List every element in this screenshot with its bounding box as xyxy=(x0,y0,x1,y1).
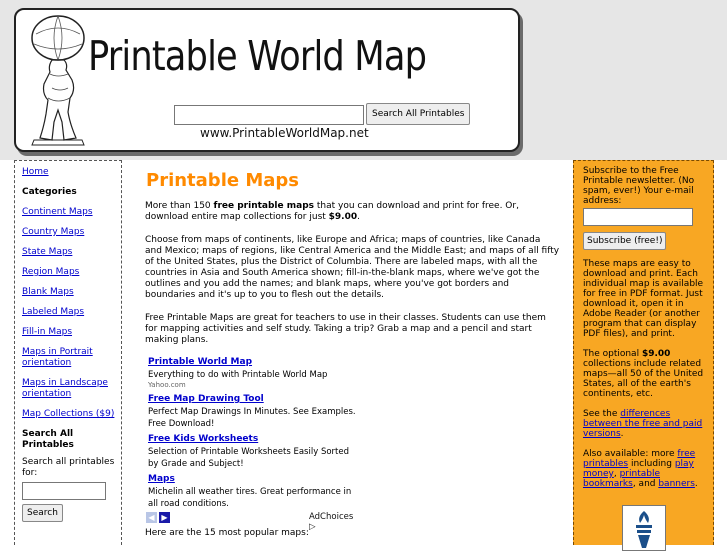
nav-fill-in-maps[interactable]: Fill-in Maps xyxy=(22,327,115,338)
also-text-4: , and xyxy=(632,479,659,489)
site-banner: Printable World Map Search All Printable… xyxy=(14,8,520,152)
also-available-paragraph: Also available: more free printables inc… xyxy=(583,449,709,489)
also-text-2: including xyxy=(628,459,675,469)
site-title: Printable World Map xyxy=(88,32,427,80)
nav-state-maps[interactable]: State Maps xyxy=(22,247,115,258)
intro-paragraph: More than 150 free printable maps that y… xyxy=(145,201,560,223)
info-paragraph: These maps are easy to download and prin… xyxy=(583,259,704,339)
header-search-input[interactable] xyxy=(174,105,364,125)
collections-price: $9.00 xyxy=(641,349,671,359)
intro-end: . xyxy=(357,212,360,222)
ad-block: Printable World Map Everything to do wit… xyxy=(145,356,360,510)
nav-continent-maps[interactable]: Continent Maps xyxy=(22,207,115,218)
email-field[interactable] xyxy=(583,208,693,226)
ad-title-link[interactable]: Free Kids Worksheets xyxy=(148,433,360,446)
site-url: www.PrintableWorldMap.net xyxy=(200,126,369,140)
ad-item: Free Map Drawing Tool Perfect Map Drawin… xyxy=(145,393,360,430)
atlas-statue-logo xyxy=(31,15,85,146)
main-content: Printable Maps More than 150 free printa… xyxy=(145,164,560,538)
ad-url: Yahoo.com xyxy=(148,381,186,389)
differences-end: . xyxy=(620,429,624,439)
search-all-printables-button[interactable]: Search All Printables xyxy=(366,103,471,125)
nav-portrait-maps[interactable]: Maps in Portrait orientation xyxy=(22,347,115,369)
right-sidebar: Subscribe to the Free Printable newslett… xyxy=(573,160,714,551)
left-sidebar: Home Categories Continent Maps Country M… xyxy=(14,160,122,545)
differences-paragraph: See the differences between the free and… xyxy=(583,409,709,439)
nav-map-collections[interactable]: Map Collections ($9) xyxy=(22,409,115,420)
sidebar-search-input[interactable] xyxy=(22,482,106,500)
adchoices-icon: ▷ xyxy=(309,522,316,532)
site-header: Printable World Map Search All Printable… xyxy=(0,0,727,160)
nav-home[interactable]: Home xyxy=(22,167,115,178)
intro-bold: free printable maps xyxy=(213,201,314,211)
bbb-torch-icon xyxy=(636,511,652,548)
ad-text: Selection of Printable Worksheets Easily… xyxy=(148,447,349,469)
popular-maps-heading: Here are the 15 most popular maps: xyxy=(145,528,309,538)
collections-text: The optional xyxy=(583,349,642,359)
collections-paragraph: The optional $9.00 collections include r… xyxy=(583,349,709,399)
nav-blank-maps[interactable]: Blank Maps xyxy=(22,287,115,298)
collections-text-2: collections include related maps—all 50 … xyxy=(583,359,704,399)
page-title: Printable Maps xyxy=(146,170,299,191)
bbb-accreditation-badge[interactable] xyxy=(622,505,666,551)
search-label: Search all printables for: xyxy=(22,457,115,478)
adchoices-label[interactable]: AdChoices ▷ xyxy=(309,512,361,532)
nav-country-maps[interactable]: Country Maps xyxy=(22,227,115,238)
differences-text: See the xyxy=(583,409,621,419)
ad-item: Printable World Map Everything to do wit… xyxy=(145,356,360,390)
ad-title-link[interactable]: Free Map Drawing Tool xyxy=(148,393,360,406)
ad-next-arrow-icon[interactable]: ▶ xyxy=(159,512,170,523)
teachers-paragraph: Free Printable Maps are great for teache… xyxy=(145,313,546,345)
ad-item: Free Kids Worksheets Selection of Printa… xyxy=(145,433,360,470)
banners-link[interactable]: banners xyxy=(658,479,695,489)
ad-text: Everything to do with Printable World Ma… xyxy=(148,370,328,380)
nav-landscape-maps[interactable]: Maps in Landscape orientation xyxy=(22,378,115,400)
categories-heading: Categories xyxy=(22,187,77,197)
also-end: . xyxy=(694,479,698,489)
adchoices-text: AdChoices xyxy=(309,512,354,522)
search-all-printables-heading: Search All Printables xyxy=(22,429,74,450)
also-text: Also available: more xyxy=(583,449,678,459)
ad-title-link[interactable]: Maps xyxy=(148,473,360,486)
ad-item: Maps Michelin all weather tires. Great p… xyxy=(145,473,360,510)
ad-navigation: ◀ ▶ AdChoices ▷ xyxy=(146,512,361,532)
nav-labeled-maps[interactable]: Labeled Maps xyxy=(22,307,115,318)
maps-description-paragraph: Choose from maps of continents, like Eur… xyxy=(145,235,560,300)
sidebar-search-button[interactable]: Search xyxy=(22,504,63,522)
ad-text: Perfect Map Drawings In Minutes. See Exa… xyxy=(148,407,356,429)
ad-prev-arrow-icon[interactable]: ◀ xyxy=(146,512,157,523)
subscribe-text: Subscribe to the Free Printable newslett… xyxy=(583,166,695,206)
intro-price: $9.00 xyxy=(328,212,358,222)
ad-title-link[interactable]: Printable World Map xyxy=(148,356,360,369)
ad-text: Michelin all weather tires. Great perfor… xyxy=(148,487,352,509)
subscribe-button[interactable]: Subscribe (free!) xyxy=(583,232,667,250)
nav-region-maps[interactable]: Region Maps xyxy=(22,267,115,278)
intro-text: More than 150 xyxy=(145,201,214,211)
